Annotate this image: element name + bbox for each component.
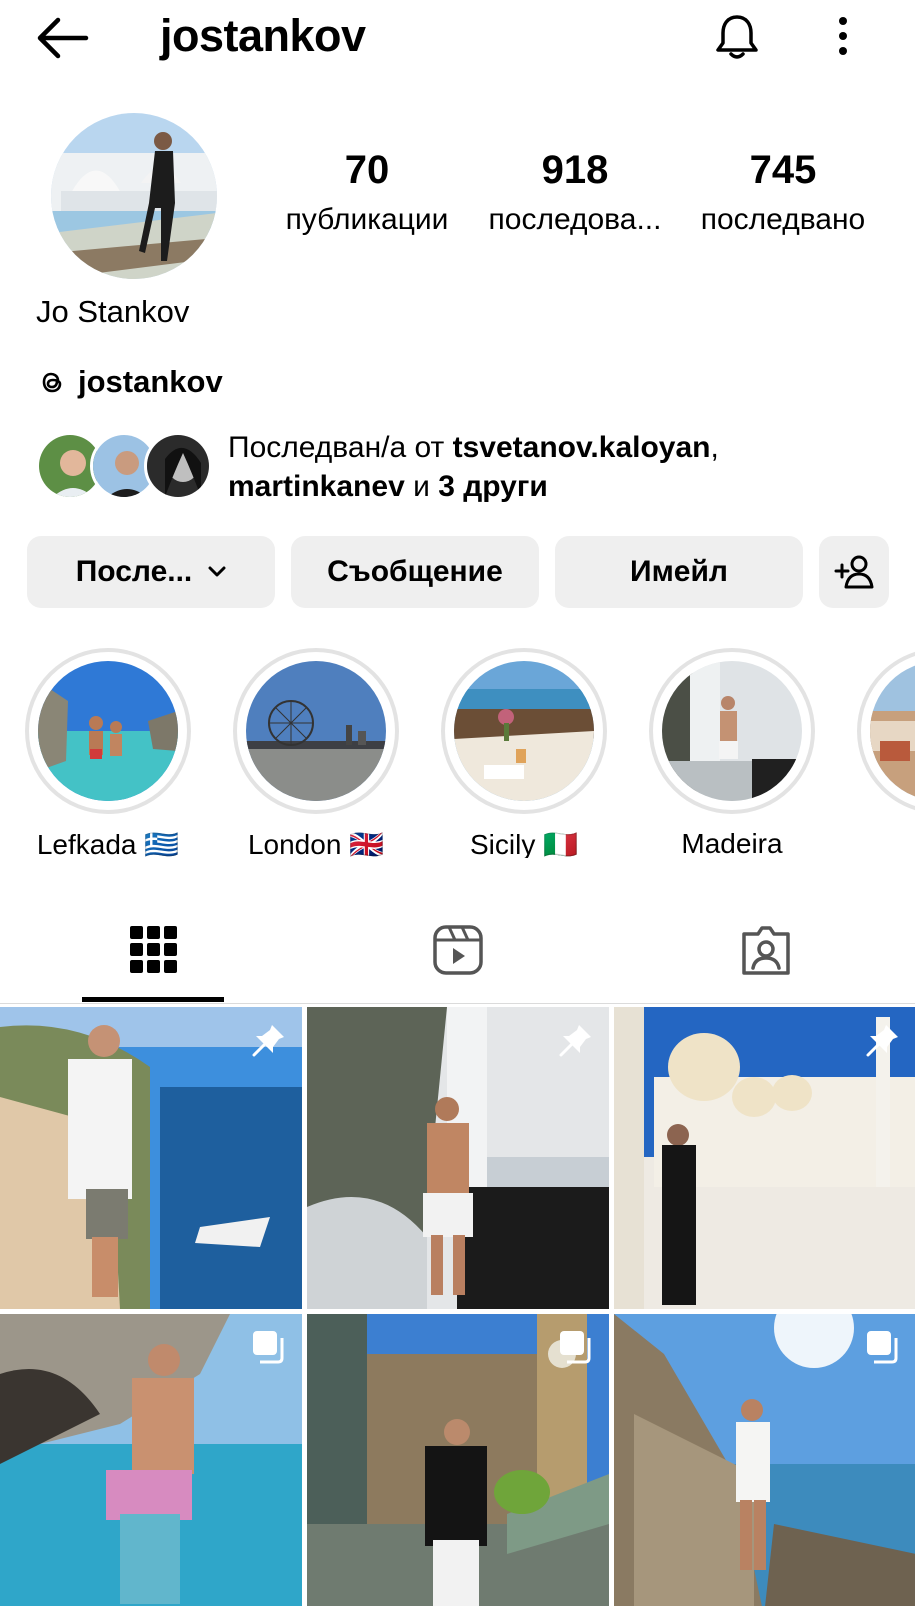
- followed-by-prefix: Последван/а от: [228, 431, 453, 464]
- story-highlights: Lefkada 🇬🇷 London 🇬🇧 Sicily 🇮🇹 Madeira P…: [0, 648, 915, 858]
- post-thumbnail[interactable]: [0, 1314, 302, 1606]
- carousel-icon: [867, 1331, 898, 1364]
- followed-by-text[interactable]: Последван/а от tsvetanov.kaloyan, martink…: [228, 428, 868, 506]
- followed-by-separator: ,: [710, 431, 719, 464]
- email-button-label: Имейл: [630, 555, 728, 588]
- threads-icon: [42, 372, 62, 393]
- followers-stat[interactable]: 918 последова...: [470, 148, 680, 237]
- pin-icon: [252, 1025, 284, 1057]
- tagged-icon[interactable]: [740, 924, 792, 976]
- followed-by-others[interactable]: 3 други: [438, 470, 548, 503]
- chevron-down-icon: [208, 566, 226, 577]
- message-button-label: Съобщение: [327, 555, 503, 588]
- message-button[interactable]: Съобщение: [291, 536, 539, 608]
- followed-by-user[interactable]: martinkanev: [228, 470, 405, 503]
- following-button[interactable]: После...: [27, 536, 275, 608]
- post-thumbnail[interactable]: [307, 1007, 609, 1309]
- arrow-left-icon[interactable]: [34, 16, 90, 60]
- posts-count: 70: [344, 148, 390, 192]
- carousel-icon: [560, 1331, 591, 1364]
- pin-icon: [559, 1025, 591, 1057]
- top-bar: jostankov: [0, 0, 915, 80]
- highlight-london[interactable]: London 🇬🇧: [233, 648, 399, 858]
- highlight-port[interactable]: Port: [857, 648, 915, 858]
- profile-username-title: jostankov: [160, 10, 366, 61]
- display-name: Jo Stankov: [36, 294, 190, 329]
- following-count: 745: [749, 148, 817, 192]
- highlight-label: Madeira: [681, 828, 783, 858]
- posts-grid: [0, 1007, 915, 1606]
- pin-icon: [866, 1025, 898, 1057]
- followed-by-user[interactable]: tsvetanov.kaloyan: [453, 431, 711, 464]
- highlight-label: Lefkada 🇬🇷: [36, 829, 180, 858]
- highlight-label: Sicily 🇮🇹: [470, 829, 578, 858]
- profile-tabs: [0, 900, 915, 1004]
- following-button-label: После...: [75, 555, 193, 588]
- carousel-icon: [253, 1331, 284, 1364]
- following-stat[interactable]: 745 последвано: [678, 148, 888, 237]
- add-person-button[interactable]: [819, 536, 889, 608]
- threads-handle: jostankov: [78, 364, 223, 399]
- highlight-lefkada[interactable]: Lefkada 🇬🇷: [25, 648, 191, 858]
- post-thumbnail[interactable]: [0, 1007, 302, 1309]
- add-person-icon: [834, 555, 874, 589]
- post-thumbnail[interactable]: [614, 1314, 915, 1606]
- grid-icon[interactable]: [128, 924, 180, 976]
- highlight-madeira[interactable]: Madeira: [649, 648, 815, 858]
- profile-actions: После... Съобщение Имейл: [27, 536, 915, 608]
- post-thumbnail[interactable]: [307, 1314, 609, 1606]
- threads-link[interactable]: jostankov: [36, 360, 223, 404]
- followers-count: 918: [541, 148, 609, 192]
- highlight-label: Port: [857, 828, 915, 858]
- followed-by-conjunction: и: [404, 470, 439, 503]
- posts-stat[interactable]: 70 публикации: [262, 148, 472, 237]
- posts-label: публикации: [285, 203, 449, 236]
- profile-avatar[interactable]: [51, 113, 217, 279]
- followers-label: последова...: [488, 203, 662, 236]
- reels-icon[interactable]: [432, 924, 484, 976]
- following-label: последвано: [700, 203, 866, 236]
- active-tab-indicator: [82, 997, 224, 1002]
- email-button[interactable]: Имейл: [555, 536, 803, 608]
- follower-avatar: [144, 432, 212, 500]
- followed-by[interactable]: Последван/а от tsvetanov.kaloyan, martink…: [36, 428, 896, 508]
- kebab-menu-icon[interactable]: [828, 14, 858, 60]
- highlight-sicily[interactable]: Sicily 🇮🇹: [441, 648, 607, 858]
- post-thumbnail[interactable]: [614, 1007, 915, 1309]
- highlight-label: London 🇬🇧: [247, 829, 385, 858]
- bell-icon[interactable]: [712, 12, 762, 62]
